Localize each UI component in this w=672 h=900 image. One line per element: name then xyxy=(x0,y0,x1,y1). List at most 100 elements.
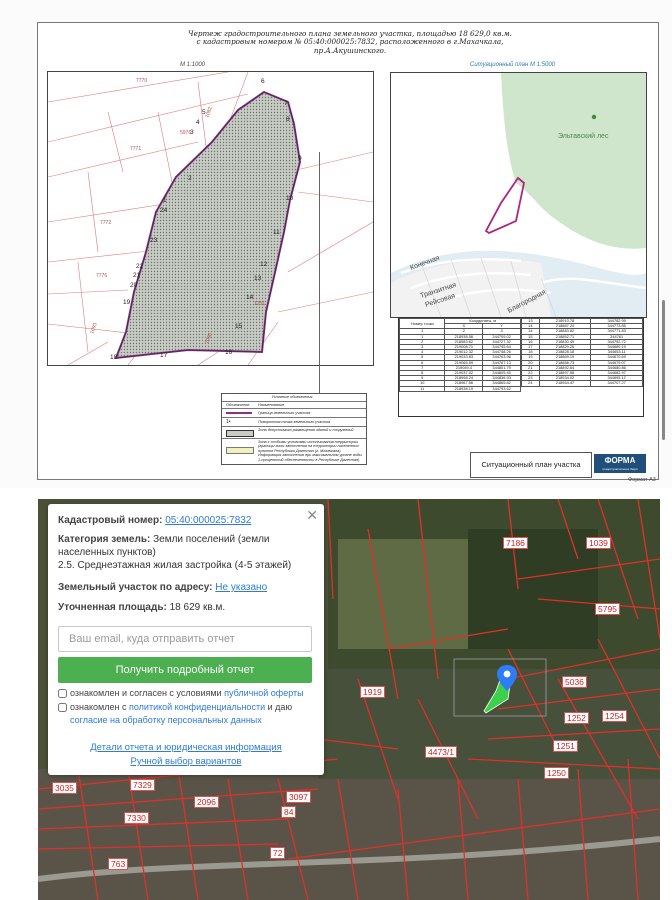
left-map-scale: М 1:1000 xyxy=(180,62,206,68)
map-plot-label: 2096 xyxy=(194,796,219,808)
legend-boundary-text: Граница земельного участка xyxy=(258,411,311,415)
map-plot-label: 1251 xyxy=(553,740,578,752)
parcel-drawing-svg: 3 4 5 2 24 1 6 7 8 9 10 11 12 13 14 15 1… xyxy=(48,72,373,365)
legend-point-symbol: 1• xyxy=(226,419,231,425)
coord-left-cell: 218938.19 xyxy=(444,385,484,392)
get-report-button[interactable]: Получить подробный отчет xyxy=(58,657,312,683)
email-input[interactable] xyxy=(58,626,312,652)
format-label: Формат А3 xyxy=(628,477,656,483)
legend-row-boundary: Граница земельного участка xyxy=(222,408,366,417)
cadastral-number-row: Кадастровый номер: 05:40:000025:7832 xyxy=(58,514,251,527)
manual-choice-row: Ручной выбор вариантов xyxy=(48,756,324,767)
coord-right-rows: 13 218910.78 344782.99 14 218887.24 344773.85… xyxy=(521,317,643,387)
info-panel: ✕ Кадастровый номер: 05:40:000025:7832 К… xyxy=(48,504,324,775)
map-plot-label: 7186 xyxy=(503,537,528,549)
map-plot-label: 3097 xyxy=(286,791,311,803)
scrollbar[interactable] xyxy=(662,300,665,440)
point-label-14: 14 xyxy=(246,294,254,301)
coordinate-table: Номер точки Координаты, м X Y 1 2 3 1 218… xyxy=(398,317,644,417)
parcel-number-1093: 1093 xyxy=(89,322,99,335)
point-label-7: 7 xyxy=(284,100,288,107)
parcel-number-7776: 7776 xyxy=(96,273,107,279)
map-plot-label: 1919 xyxy=(360,686,385,698)
legend-col-name: Наименование xyxy=(258,403,285,407)
point-label-11: 11 xyxy=(273,229,280,236)
point-label-6: 6 xyxy=(261,78,265,85)
map-plot-label: 7330 xyxy=(124,812,149,824)
map-plot-label: 1254 xyxy=(602,710,627,722)
parcel-number-7770: 7770 xyxy=(136,78,147,84)
parcel-number-7772: 7772 xyxy=(100,220,111,226)
drawing-title-line-3: пр.А.Акушинского. xyxy=(313,45,387,55)
forest-pin-icon xyxy=(591,114,597,120)
map-plot-label: 4473/1 xyxy=(425,746,457,758)
personal-data-consent-link[interactable]: согласие на обработку персональных данны… xyxy=(70,715,262,725)
map-plot-label: 7329 xyxy=(130,779,155,791)
legend-flood-symbol xyxy=(226,447,254,454)
point-label-12: 12 xyxy=(260,261,268,268)
coord-right-row: 24 218954.47 344707.27 xyxy=(521,380,643,387)
privacy-agree-label: ознакомлен с xyxy=(70,702,127,712)
situation-plan: Эльтавский лес Конечная Транзитная Рейсо… xyxy=(390,72,647,318)
point-label-8: 8 xyxy=(286,116,290,123)
point-label-19: 19 xyxy=(123,299,131,306)
coord-right-cell: 218954.47 xyxy=(538,380,592,387)
privacy-agree-text: ознакомлен с политикой конфиденциальност… xyxy=(70,701,318,726)
point-label-24: 24 xyxy=(160,207,168,214)
offer-agree-checkbox[interactable] xyxy=(58,689,67,698)
legend-row-flood: Зона с особыми условиями использования т… xyxy=(222,438,366,464)
legend-title: Условные обозначения xyxy=(271,395,313,399)
drawing-sheet: Чертеж градостроительного плана земельно… xyxy=(0,0,672,488)
point-label-10: 10 xyxy=(286,195,294,202)
stamp-logo: ФОРМА градостроительное бюро xyxy=(594,454,646,473)
coord-left-rows: 1 218938.56 344709.02 2 218983.62 344727.32 3 2… xyxy=(398,333,521,392)
point-label-2: 2 xyxy=(188,175,192,182)
forest-patch xyxy=(468,529,598,649)
land-category-row: Категория земель: Земли поселений (земли… xyxy=(58,533,318,572)
situation-plan-scale: Ситуационный план М 1:5000 xyxy=(470,62,556,68)
offer-agree-label: ознакомлен и согласен с условиями xyxy=(70,688,222,698)
point-label-23: 23 xyxy=(150,237,158,244)
map-plot-label: 3035 xyxy=(52,782,77,794)
parcel-number-5976: 5976 xyxy=(180,130,191,136)
legend: Условные обозначения Обозначение Наимено… xyxy=(221,393,367,465)
manual-choice-link[interactable]: Ручной выбор вариантов xyxy=(131,756,242,767)
close-button[interactable]: ✕ xyxy=(306,507,318,524)
point-label-13: 13 xyxy=(254,275,262,282)
coord-left-cell: 11 xyxy=(398,385,446,392)
privacy-agree-label-2: и даю xyxy=(267,702,293,712)
point-label-15: 15 xyxy=(235,323,243,330)
parcel-number-1082: 1082 xyxy=(204,106,214,119)
address-label: Земельный участок по адресу: xyxy=(58,582,213,593)
legend-zone-symbol xyxy=(226,430,254,437)
address-row: Земельный участок по адресу: Не указано xyxy=(58,581,267,594)
drawing-title: Чертеж градостроительного плана земельно… xyxy=(140,29,560,55)
situation-plan-svg: Эльтавский лес Конечная Транзитная Рейсо… xyxy=(391,73,646,317)
legend-flood-text: Зона с особыми условиями использования т… xyxy=(258,440,362,462)
cadastral-number-link[interactable]: 05:40:000025:7832 xyxy=(165,515,251,526)
address-link[interactable]: Не указано xyxy=(215,582,267,593)
legend-zone-text: Зона допустимого размещения зданий и соо… xyxy=(258,428,354,432)
coordinate-table-right: 13 218910.78 344782.99 14 218887.24 344773.85… xyxy=(521,317,643,387)
area-row: Уточненная площадь: 18 629 кв.м. xyxy=(58,601,225,614)
point-label-4: 4 xyxy=(196,119,200,126)
report-details-link[interactable]: Детали отчета и юридическая информация xyxy=(90,742,282,753)
point-label-20: 20 xyxy=(130,282,138,289)
public-offer-link[interactable]: публичной оферты xyxy=(224,688,304,698)
land-category-value-2: населенных пунктов) xyxy=(58,547,156,558)
point-label-16: 16 xyxy=(225,349,233,356)
map-plot-label: 1039 xyxy=(586,537,611,549)
point-label-18: 18 xyxy=(110,354,118,361)
coord-right-cell: 344707.27 xyxy=(590,380,643,387)
point-label-21: 21 xyxy=(133,272,141,279)
privacy-policy-link[interactable]: политикой конфиденциальности xyxy=(129,702,265,712)
legend-point-text: Поворотная точка земельного участка xyxy=(258,420,331,424)
privacy-agree-checkbox[interactable] xyxy=(58,703,67,712)
legend-row-zone: Зона допустимого размещения зданий и соо… xyxy=(222,426,366,438)
legend-boundary-symbol xyxy=(226,412,252,414)
area-label: Уточненная площадь: xyxy=(58,602,167,613)
map-plot-label: 72 xyxy=(270,847,286,859)
map-plot-label: 1252 xyxy=(564,712,589,724)
parcel-number-7771: 7771 xyxy=(130,146,141,152)
map-plot-label: 84 xyxy=(281,806,297,818)
